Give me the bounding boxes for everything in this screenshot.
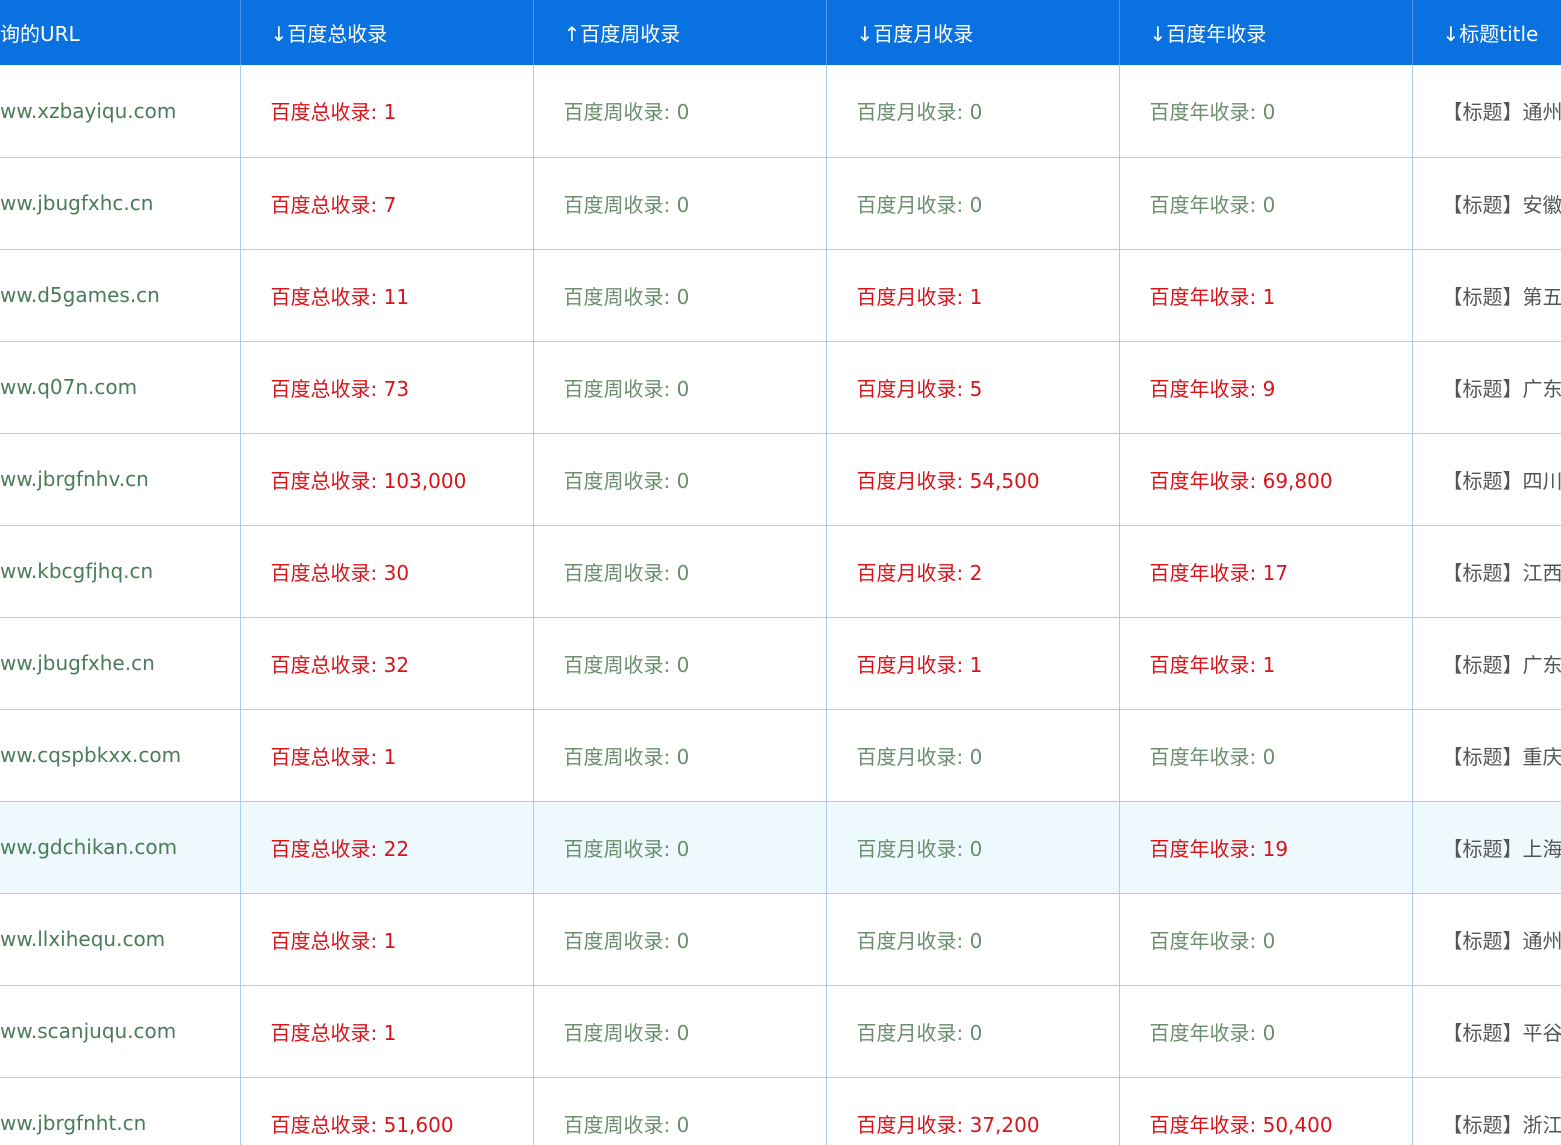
weekly-index-cell: 百度周收录: 0	[533, 157, 827, 250]
total-index-cell: 百度总收录: 30	[240, 525, 534, 618]
column-header-yearly-index[interactable]: ↓百度年收录	[1119, 0, 1413, 65]
monthly-index-cell: 百度月收录: 0	[826, 893, 1120, 986]
monthly-index-cell: 百度月收录: 0	[826, 157, 1120, 250]
table-row: ww.jbugfxhe.cn 百度总收录: 32 百度周收录: 0 百度月收录: 1百…	[0, 617, 1561, 710]
title-cell: 【标题】上海	[1412, 801, 1561, 894]
weekly-index-cell: 百度周收录: 0	[533, 249, 827, 342]
url-cell[interactable]: ww.jbrgfnhv.cn	[0, 433, 241, 526]
weekly-index-cell: 百度周收录: 0	[533, 709, 827, 802]
table-row: ww.q07n.com 百度总收录: 73 百度周收录: 0 百度月收录: 5 百度年收…	[0, 341, 1561, 434]
monthly-index-cell: 百度月收录: 1	[826, 249, 1120, 342]
title-cell: 【标题】通州	[1412, 65, 1561, 158]
title-cell: 【标题】平谷	[1412, 985, 1561, 1078]
yearly-index-cell: 百度年收录: 19	[1119, 801, 1413, 894]
weekly-index-cell: 百度周收录: 0	[533, 801, 827, 894]
index-results-table: 询的URL ↓百度总收录 ↑百度周收录 ↓百度月收录 ↓百度年收录 ↓标题tit…	[0, 0, 1561, 1145]
monthly-index-cell: 百度月收录: 5	[826, 341, 1120, 434]
monthly-index-cell: 百度月收录: 0	[826, 65, 1120, 158]
url-cell[interactable]: ww.jbrgfnht.cn	[0, 1077, 241, 1145]
monthly-index-cell: 百度月收录: 54,500	[826, 433, 1120, 526]
monthly-index-cell: 百度月收录: 37,200	[826, 1077, 1120, 1145]
total-index-cell: 百度总收录: 73	[240, 341, 534, 434]
total-index-cell: 百度总收录: 1	[240, 893, 534, 986]
yearly-index-cell: 百度年收录: 0	[1119, 65, 1413, 158]
title-cell: 【标题】通州	[1412, 893, 1561, 986]
url-cell[interactable]: ww.d5games.cn	[0, 249, 241, 342]
url-cell[interactable]: ww.llxihequ.com	[0, 893, 241, 986]
column-header-monthly-index[interactable]: ↓百度月收录	[826, 0, 1120, 65]
title-cell: 【标题】安徽	[1412, 157, 1561, 250]
table-row: ww.jbrgfnht.cn 百度总收录: 51,600 百度周收录: 0 百度月收录…	[0, 1077, 1561, 1145]
table-header: 询的URL ↓百度总收录 ↑百度周收录 ↓百度月收录 ↓百度年收录 ↓标题tit…	[0, 0, 1561, 65]
weekly-index-cell: 百度周收录: 0	[533, 525, 827, 618]
column-header-total-index[interactable]: ↓百度总收录	[240, 0, 534, 65]
column-header-weekly-index[interactable]: ↑百度周收录	[533, 0, 827, 65]
column-header-title[interactable]: ↓标题title	[1412, 0, 1561, 65]
total-index-cell: 百度总收录: 1	[240, 709, 534, 802]
url-cell[interactable]: ww.q07n.com	[0, 341, 241, 434]
yearly-index-cell: 百度年收录: 0	[1119, 157, 1413, 250]
weekly-index-cell: 百度周收录: 0	[533, 893, 827, 986]
url-cell[interactable]: ww.kbcgfjhq.cn	[0, 525, 241, 618]
table-body: ww.xzbayiqu.com 百度总收录: 1 百度周收录: 0 百度月收录: 0百…	[0, 65, 1561, 1145]
weekly-index-cell: 百度周收录: 0	[533, 1077, 827, 1145]
monthly-index-cell: 百度月收录: 2	[826, 525, 1120, 618]
monthly-index-cell: 百度月收录: 0	[826, 985, 1120, 1078]
weekly-index-cell: 百度周收录: 0	[533, 65, 827, 158]
total-index-cell: 百度总收录: 11	[240, 249, 534, 342]
title-cell: 【标题】江西	[1412, 525, 1561, 618]
yearly-index-cell: 百度年收录: 0	[1119, 709, 1413, 802]
monthly-index-cell: 百度月收录: 0	[826, 709, 1120, 802]
weekly-index-cell: 百度周收录: 0	[533, 433, 827, 526]
yearly-index-cell: 百度年收录: 69,800	[1119, 433, 1413, 526]
table-row: ww.gdchikan.com 百度总收录: 22 百度周收录: 0 百度月收录: 0…	[0, 801, 1561, 894]
table-row: ww.jbugfxhc.cn 百度总收录: 7 百度周收录: 0 百度月收录: 0 百度…	[0, 157, 1561, 250]
title-cell: 【标题】浙江	[1412, 1077, 1561, 1145]
yearly-index-cell: 百度年收录: 50,400	[1119, 1077, 1413, 1145]
total-index-cell: 百度总收录: 103,000	[240, 433, 534, 526]
weekly-index-cell: 百度周收录: 0	[533, 985, 827, 1078]
url-cell[interactable]: ww.scanjuqu.com	[0, 985, 241, 1078]
table-row: ww.cqspbkxx.com 百度总收录: 1 百度周收录: 0 百度月收录: 0百…	[0, 709, 1561, 802]
table-row: ww.scanjuqu.com 百度总收录: 1 百度周收录: 0 百度月收录: 0百…	[0, 985, 1561, 1078]
table-row: ww.jbrgfnhv.cn 百度总收录: 103,000 百度周收录: 0 百度月收…	[0, 433, 1561, 526]
total-index-cell: 百度总收录: 51,600	[240, 1077, 534, 1145]
yearly-index-cell: 百度年收录: 0	[1119, 985, 1413, 1078]
total-index-cell: 百度总收录: 22	[240, 801, 534, 894]
total-index-cell: 百度总收录: 32	[240, 617, 534, 710]
table-row: ww.xzbayiqu.com 百度总收录: 1 百度周收录: 0 百度月收录: 0百…	[0, 65, 1561, 158]
results-viewport: 询的URL ↓百度总收录 ↑百度周收录 ↓百度月收录 ↓百度年收录 ↓标题tit…	[0, 0, 1561, 1145]
weekly-index-cell: 百度周收录: 0	[533, 617, 827, 710]
title-cell: 【标题】第五	[1412, 249, 1561, 342]
title-cell: 【标题】重庆	[1412, 709, 1561, 802]
url-cell[interactable]: ww.jbugfxhc.cn	[0, 157, 241, 250]
table-row: ww.llxihequ.com 百度总收录: 1 百度周收录: 0 百度月收录: 0百…	[0, 893, 1561, 986]
monthly-index-cell: 百度月收录: 1	[826, 617, 1120, 710]
url-cell[interactable]: ww.cqspbkxx.com	[0, 709, 241, 802]
title-cell: 【标题】四川	[1412, 433, 1561, 526]
title-cell: 【标题】广东	[1412, 341, 1561, 434]
column-header-url[interactable]: 询的URL	[0, 0, 241, 65]
yearly-index-cell: 百度年收录: 1	[1119, 617, 1413, 710]
total-index-cell: 百度总收录: 1	[240, 65, 534, 158]
weekly-index-cell: 百度周收录: 0	[533, 341, 827, 434]
yearly-index-cell: 百度年收录: 17	[1119, 525, 1413, 618]
table-row: ww.d5games.cn 百度总收录: 11 百度周收录: 0 百度月收录: 1 百度…	[0, 249, 1561, 342]
title-cell: 【标题】广东	[1412, 617, 1561, 710]
yearly-index-cell: 百度年收录: 0	[1119, 893, 1413, 986]
total-index-cell: 百度总收录: 7	[240, 157, 534, 250]
yearly-index-cell: 百度年收录: 9	[1119, 341, 1413, 434]
url-cell[interactable]: ww.xzbayiqu.com	[0, 65, 241, 158]
url-cell[interactable]: ww.jbugfxhe.cn	[0, 617, 241, 710]
total-index-cell: 百度总收录: 1	[240, 985, 534, 1078]
yearly-index-cell: 百度年收录: 1	[1119, 249, 1413, 342]
table-row: ww.kbcgfjhq.cn 百度总收录: 30 百度周收录: 0 百度月收录: 2百…	[0, 525, 1561, 618]
url-cell[interactable]: ww.gdchikan.com	[0, 801, 241, 894]
monthly-index-cell: 百度月收录: 0	[826, 801, 1120, 894]
